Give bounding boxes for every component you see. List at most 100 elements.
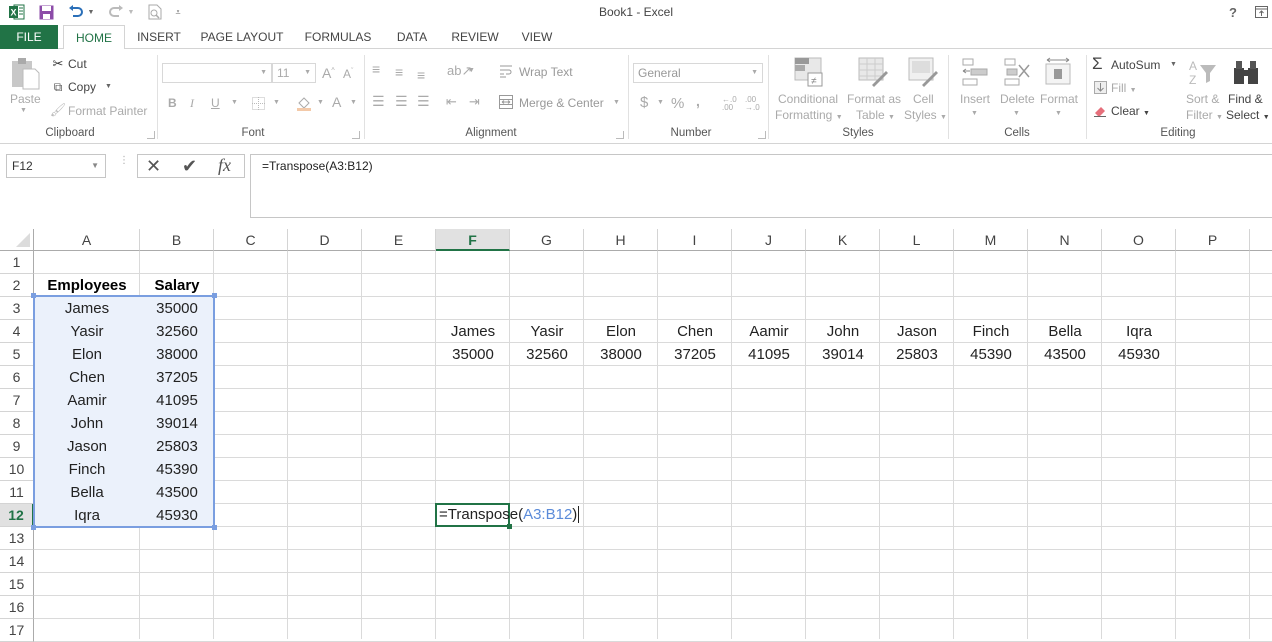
increase-font-size-icon[interactable]: A^ (322, 65, 335, 81)
cell-employee-name[interactable]: Finch (34, 458, 140, 481)
column-header-b[interactable]: B (140, 229, 214, 251)
increase-indent-icon[interactable]: ⇥ (469, 94, 480, 110)
autosum-dropdown-icon[interactable]: ▼ (1170, 61, 1177, 68)
cell-employee-name[interactable]: Bella (34, 481, 140, 504)
decrease-decimal-button[interactable]: .00 →.0 (745, 96, 760, 112)
autosum-button[interactable]: AutoSum (1111, 58, 1160, 72)
percent-button[interactable]: % (671, 95, 684, 112)
cell-transposed-salary[interactable]: 37205 (658, 343, 732, 366)
fill-color-icon[interactable] (295, 94, 313, 112)
column-header-g[interactable]: G (510, 229, 584, 251)
formula-bar-grip[interactable]: ⋮ (119, 156, 129, 166)
row-header-4[interactable]: 4 (0, 320, 34, 343)
cell-transposed-name[interactable]: Chen (658, 320, 732, 343)
cell-transposed-salary[interactable]: 45390 (954, 343, 1028, 366)
find-select-button-line1[interactable]: Find & (1228, 92, 1263, 106)
row-header-2[interactable]: 2 (0, 274, 34, 297)
help-icon[interactable]: ? (1227, 3, 1239, 21)
cell-employee-salary[interactable]: 37205 (140, 366, 214, 389)
row-header-10[interactable]: 10 (0, 458, 34, 481)
currency-dropdown-icon[interactable]: ▼ (657, 99, 664, 106)
cell-employee-salary[interactable]: 25803 (140, 435, 214, 458)
format-as-table-button-line2[interactable]: Table ▼ (856, 108, 895, 122)
column-header-i[interactable]: I (658, 229, 732, 251)
format-as-table-button-line1[interactable]: Format as (847, 92, 901, 106)
fill-handle[interactable] (507, 524, 512, 529)
tab-page-layout[interactable]: PAGE LAYOUT (196, 25, 288, 49)
insert-cells-button[interactable]: Insert (960, 92, 990, 106)
cell-employee-salary[interactable]: 38000 (140, 343, 214, 366)
select-all-button[interactable] (0, 229, 34, 251)
column-header-l[interactable]: L (880, 229, 954, 251)
orientation-dropdown-icon[interactable]: ▼ (468, 67, 475, 74)
tab-home[interactable]: HOME (63, 25, 125, 50)
increase-decimal-button[interactable]: ←.0.00 (722, 96, 737, 112)
bottom-align-icon[interactable]: ≡ (417, 67, 425, 83)
column-header-d[interactable]: D (288, 229, 362, 251)
wrap-text-button[interactable]: Wrap Text (519, 65, 573, 79)
find-select-button-line2[interactable]: Select ▼ (1226, 108, 1270, 122)
cell-employee-salary[interactable]: 32560 (140, 320, 214, 343)
cell-employee-name[interactable]: John (34, 412, 140, 435)
sort-filter-button-line2[interactable]: Filter ▼ (1186, 108, 1223, 122)
copy-button[interactable]: Copy (68, 80, 96, 94)
copy-dropdown-icon[interactable]: ▼ (105, 83, 112, 90)
insert-function-icon[interactable]: fx (218, 155, 231, 176)
column-header-n[interactable]: N (1028, 229, 1102, 251)
enter-checkmark-icon[interactable]: ✔ (182, 156, 197, 177)
cell-transposed-salary[interactable]: 43500 (1028, 343, 1102, 366)
row-header-7[interactable]: 7 (0, 389, 34, 412)
cell-transposed-name[interactable]: Jason (880, 320, 954, 343)
alignment-launcher-icon[interactable] (616, 131, 624, 139)
column-header-f[interactable]: F (436, 229, 510, 251)
cell-transposed-salary[interactable]: 35000 (436, 343, 510, 366)
fill-color-dropdown-icon[interactable]: ▼ (317, 99, 324, 106)
row-header-12[interactable]: 12 (0, 504, 34, 527)
comma-button[interactable]: , (696, 93, 700, 109)
font-color-dropdown-icon[interactable]: ▼ (350, 99, 357, 106)
cell-transposed-salary[interactable]: 25803 (880, 343, 954, 366)
row-header-11[interactable]: 11 (0, 481, 34, 504)
row-header-8[interactable]: 8 (0, 412, 34, 435)
align-left-icon[interactable]: ☰ (372, 93, 385, 110)
format-dropdown-icon[interactable]: ▼ (1055, 110, 1062, 117)
cancel-icon[interactable]: ✕ (146, 156, 161, 177)
column-header-p[interactable]: P (1176, 229, 1250, 251)
column-header-a[interactable]: A (34, 229, 140, 251)
cell-transposed-name[interactable]: Finch (954, 320, 1028, 343)
row-header-6[interactable]: 6 (0, 366, 34, 389)
align-center-icon[interactable]: ☰ (395, 93, 408, 110)
sort-filter-button-line1[interactable]: Sort & (1186, 92, 1219, 106)
paste-dropdown-icon[interactable]: ▼ (20, 107, 27, 114)
tab-file[interactable]: FILE (0, 25, 58, 49)
merge-center-button[interactable]: Merge & Center (519, 96, 604, 110)
cut-button[interactable]: Cut (68, 57, 87, 71)
tab-data[interactable]: DATA (388, 25, 436, 49)
cell-transposed-salary[interactable]: 45930 (1102, 343, 1176, 366)
tab-insert[interactable]: INSERT (132, 25, 186, 49)
cell-transposed-name[interactable]: Aamir (732, 320, 806, 343)
column-header-k[interactable]: K (806, 229, 880, 251)
paste-button[interactable]: Paste (10, 92, 41, 106)
name-box[interactable]: F12 ▼ (6, 154, 106, 178)
cell-transposed-name[interactable]: John (806, 320, 880, 343)
merge-dropdown-icon[interactable]: ▼ (613, 99, 620, 106)
cell-transposed-salary[interactable]: 39014 (806, 343, 880, 366)
column-header-c[interactable]: C (214, 229, 288, 251)
format-cells-button[interactable]: Format (1040, 92, 1078, 106)
row-header-15[interactable]: 15 (0, 573, 34, 596)
number-format-combo[interactable]: General ▼ (633, 63, 763, 83)
ribbon-display-options-icon[interactable] (1254, 3, 1268, 21)
row-header-5[interactable]: 5 (0, 343, 34, 366)
cell-employee-salary[interactable]: 35000 (140, 297, 214, 320)
cell-styles-button-line1[interactable]: Cell (913, 92, 934, 106)
cell-employee-name[interactable]: Iqra (34, 504, 140, 527)
cell-employee-name[interactable]: Elon (34, 343, 140, 366)
top-align-icon[interactable]: ≡ (372, 61, 380, 77)
column-header-m[interactable]: M (954, 229, 1028, 251)
row-header-3[interactable]: 3 (0, 297, 34, 320)
number-launcher-icon[interactable] (758, 131, 766, 139)
bold-button[interactable]: B (168, 96, 177, 110)
font-launcher-icon[interactable] (352, 131, 360, 139)
row-header-13[interactable]: 13 (0, 527, 34, 550)
